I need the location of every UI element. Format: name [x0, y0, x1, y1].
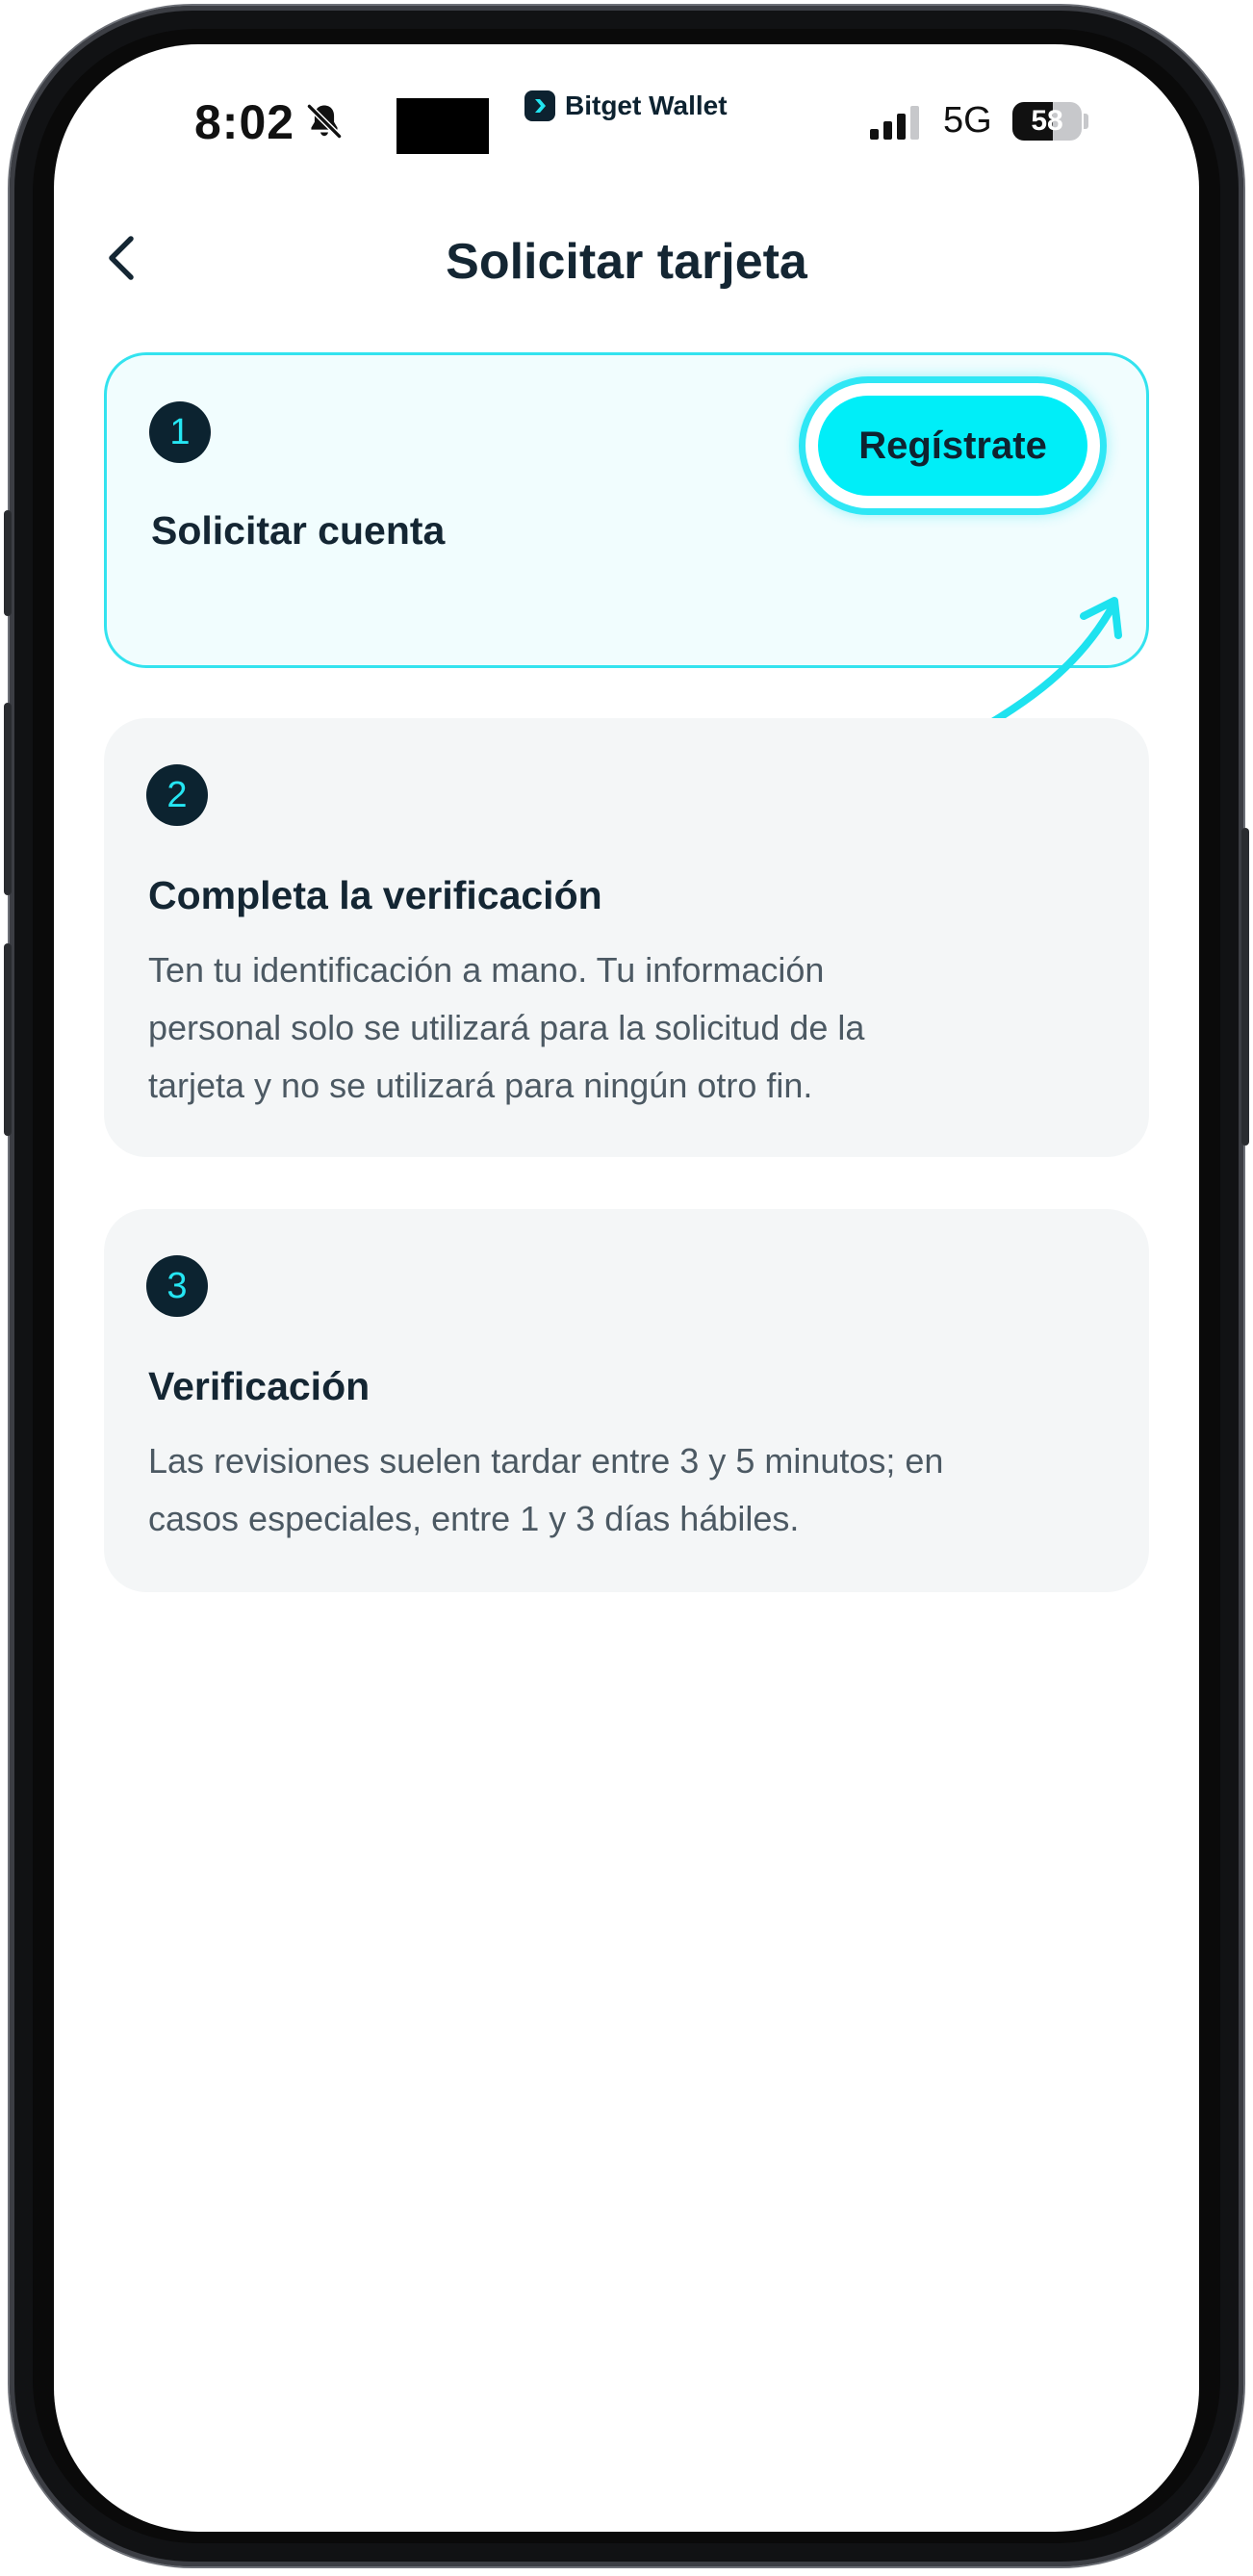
step-number-badge: 3 [146, 1255, 208, 1317]
battery-indicator: 58 [1012, 102, 1082, 141]
step-title: Verificación [148, 1364, 371, 1408]
register-button[interactable]: Regístrate [818, 396, 1087, 496]
register-button-highlight: Regístrate [799, 376, 1107, 515]
description-line: personal solo se utilizará para la solic… [148, 1008, 865, 1047]
app-screen: 8:02 Bitget Wallet 5G 58 Solicitar tarje… [54, 44, 1199, 2532]
step-number-badge: 2 [146, 764, 208, 826]
battery-tip [1084, 114, 1088, 129]
signal-icon [870, 106, 919, 140]
description-line: Ten tu identificación a mano. Tu informa… [148, 950, 825, 990]
description-line: Las revisiones suelen tardar entre 3 y 5… [148, 1441, 944, 1481]
step-title: Solicitar cuenta [151, 508, 446, 553]
step-card-3: 3 Verificación Las revisiones suelen tar… [104, 1209, 1149, 1592]
brand-name: Bitget Wallet [565, 90, 728, 120]
stage: 8:02 Bitget Wallet 5G 58 Solicitar tarje… [0, 0, 1253, 2576]
description-line: casos especiales, entre 1 y 3 días hábil… [148, 1499, 800, 1538]
page-title: Solicitar tarjeta [446, 234, 807, 290]
side-button [4, 703, 12, 895]
chevron-logo-icon [535, 99, 546, 113]
side-button [4, 510, 12, 616]
battery-level: 58 [1031, 105, 1063, 137]
brand: Bitget Wallet [524, 87, 728, 125]
side-button [4, 943, 12, 1136]
camera-cutout [396, 98, 489, 154]
status-time: 8:02 [194, 95, 295, 149]
bitget-logo-icon [524, 90, 555, 121]
step-number-badge: 1 [149, 401, 211, 463]
bell-slash-icon [306, 103, 343, 140]
step-card-2: 2 Completa la verificación Ten tu identi… [104, 718, 1149, 1157]
step-description: Ten tu identificación a mano. Tu informa… [148, 941, 1111, 1115]
step-description: Las revisiones suelen tardar entre 3 y 5… [148, 1432, 1111, 1548]
network-label: 5G [943, 100, 992, 141]
step-title: Completa la verificación [148, 873, 602, 917]
description-line: tarjeta y no se utilizará para ningún ot… [148, 1066, 813, 1105]
side-button [1241, 828, 1249, 1146]
